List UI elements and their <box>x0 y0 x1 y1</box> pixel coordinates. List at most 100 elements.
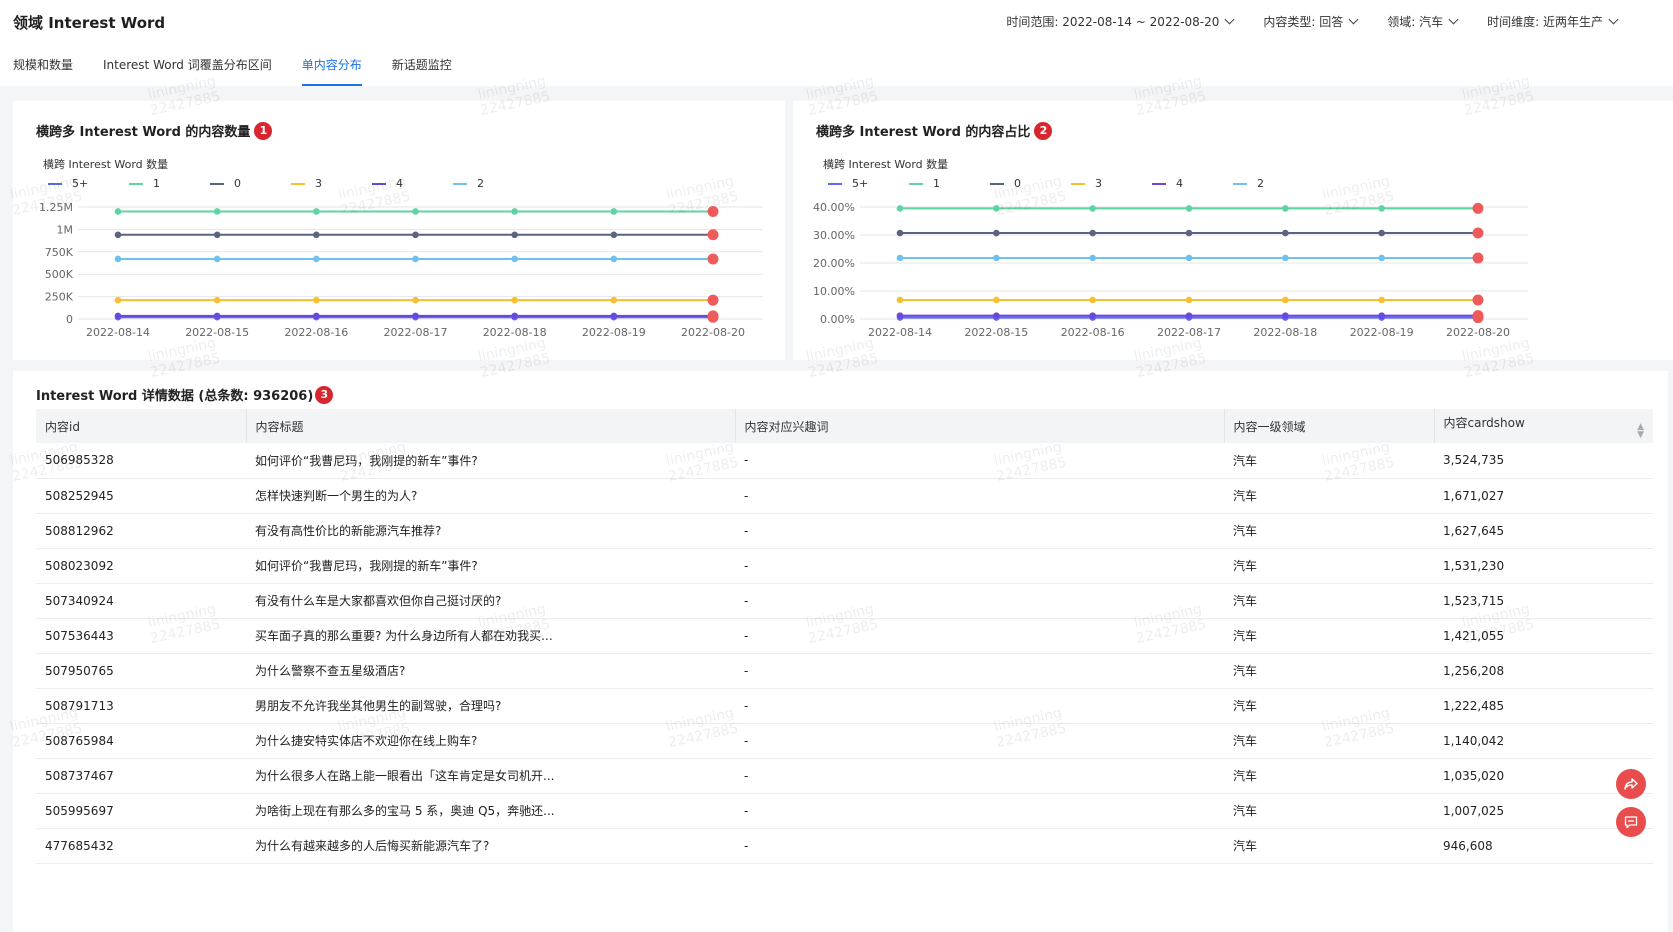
data-point[interactable] <box>313 208 320 215</box>
data-point[interactable] <box>114 255 122 263</box>
tab-coverage[interactable]: Interest Word 词覆盖分布区间 <box>103 56 272 86</box>
cell-content-title[interactable]: 怎样快速判断一个男生的为人? <box>246 478 735 514</box>
data-point[interactable] <box>1472 294 1484 306</box>
data-point[interactable] <box>313 296 320 304</box>
data-point[interactable] <box>1185 229 1193 237</box>
data-point[interactable] <box>412 255 419 263</box>
table-row[interactable]: 508812962 有没有高性价比的新能源汽车推荐? - 汽车 1,627,645 <box>36 513 1653 549</box>
data-point[interactable] <box>707 310 719 322</box>
table-row[interactable]: 508737467 为什么很多人在路上能一眼看出「这车肯定是女司机开... - 汽车 1… <box>36 758 1653 794</box>
data-point[interactable] <box>213 255 221 263</box>
column-header-domain[interactable]: 内容一级领域 <box>1224 409 1435 443</box>
table-row[interactable]: 508252945 怎样快速判断一个男生的为人? - 汽车 1,671,027 <box>36 478 1653 514</box>
data-point[interactable] <box>1472 310 1484 322</box>
data-point[interactable] <box>610 208 618 215</box>
data-point[interactable] <box>313 255 320 263</box>
data-point[interactable] <box>313 231 320 239</box>
data-point[interactable] <box>610 231 618 239</box>
data-point[interactable] <box>511 231 518 239</box>
table-row[interactable]: 505995697 为啥街上现在有那么多的宝马 5 系，奥迪 Q5，奔驰还... -… <box>36 793 1653 829</box>
data-point[interactable] <box>1089 312 1096 319</box>
cell-content-title[interactable]: 男朋友不允许我坐其他男生的副驾驶，合理吗? <box>246 688 735 724</box>
data-point[interactable] <box>1378 205 1385 212</box>
data-point[interactable] <box>1282 312 1289 319</box>
tab-new-topic[interactable]: 新话题监控 <box>392 56 452 86</box>
data-point[interactable] <box>1378 254 1385 262</box>
table-row[interactable]: 507340924 有没有什么车是大家都喜欢但你自己挺讨厌的? - 汽车 1,523,7… <box>36 583 1653 619</box>
data-point[interactable] <box>610 296 618 304</box>
column-header-content-title[interactable]: 内容标题 <box>246 409 736 443</box>
data-point[interactable] <box>1089 296 1096 304</box>
cell-content-title[interactable]: 有没有高性价比的新能源汽车推荐? <box>246 513 735 549</box>
data-point[interactable] <box>707 205 719 217</box>
cell-content-title[interactable]: 为什么捷安特实体店不欢迎你在线上购车? <box>246 723 735 759</box>
data-point[interactable] <box>1185 205 1193 212</box>
tab-single-content[interactable]: 单内容分布 <box>301 56 362 86</box>
cell-content-title[interactable]: 如何评价“我曹尼玛，我刚提的新车”事件? <box>246 443 735 479</box>
data-point[interactable] <box>896 229 904 237</box>
column-header-cardshow[interactable]: 内容cardshow ▲ ▼ <box>1434 409 1653 443</box>
data-point[interactable] <box>1185 254 1193 262</box>
cell-content-title[interactable]: 为什么有越来越多的人后悔买新能源汽车了? <box>246 828 735 864</box>
data-point[interactable] <box>1185 296 1193 304</box>
data-point[interactable] <box>213 208 221 215</box>
table-row[interactable]: 507536443 买车面子真的那么重要? 为什么身边所有人都在劝我买... - 汽车… <box>36 618 1653 654</box>
cell-content-title[interactable]: 为啥街上现在有那么多的宝马 5 系，奥迪 Q5，奔驰还... <box>246 793 735 829</box>
data-point[interactable] <box>1378 312 1385 319</box>
table-row[interactable]: 477685432 为什么有越来越多的人后悔买新能源汽车了? - 汽车 946,608 <box>36 828 1653 864</box>
data-point[interactable] <box>511 296 518 304</box>
tab-scale[interactable]: 规模和数量 <box>13 56 73 86</box>
data-point[interactable] <box>213 231 221 239</box>
data-point[interactable] <box>610 255 618 263</box>
data-point[interactable] <box>114 312 122 320</box>
data-point[interactable] <box>412 312 419 320</box>
data-point[interactable] <box>511 255 518 263</box>
data-point[interactable] <box>114 296 122 304</box>
data-point[interactable] <box>1185 312 1193 319</box>
data-point[interactable] <box>993 254 1000 262</box>
data-point[interactable] <box>1089 229 1096 237</box>
table-row[interactable]: 508791713 男朋友不允许我坐其他男生的副驾驶，合理吗? - 汽车 1,222,4… <box>36 688 1653 724</box>
data-point[interactable] <box>1282 296 1289 304</box>
data-point[interactable] <box>114 231 122 239</box>
data-point[interactable] <box>1282 229 1289 237</box>
data-point[interactable] <box>896 254 904 262</box>
data-point[interactable] <box>412 296 419 304</box>
cell-content-title[interactable]: 为什么警察不查五星级酒店? <box>246 653 735 689</box>
content-type-filter[interactable]: 内容类型: 回答 <box>1263 13 1359 30</box>
cell-content-title[interactable]: 买车面子真的那么重要? 为什么身边所有人都在劝我买... <box>246 618 735 654</box>
data-point[interactable] <box>1472 252 1484 264</box>
data-point[interactable] <box>896 205 904 212</box>
table-row[interactable]: 507950765 为什么警察不查五星级酒店? - 汽车 1,256,208 <box>36 653 1653 689</box>
data-point[interactable] <box>213 312 221 320</box>
data-point[interactable] <box>1089 205 1096 212</box>
data-point[interactable] <box>412 231 419 239</box>
data-point[interactable] <box>114 208 122 215</box>
data-point[interactable] <box>993 296 1000 304</box>
table-row[interactable]: 508765984 为什么捷安特实体店不欢迎你在线上购车? - 汽车 1,140,042 <box>36 723 1653 759</box>
data-point[interactable] <box>896 312 904 319</box>
data-point[interactable] <box>1282 254 1289 262</box>
data-point[interactable] <box>1472 202 1484 214</box>
data-point[interactable] <box>1378 296 1385 304</box>
domain-filter[interactable]: 领域: 汽车 <box>1387 13 1459 30</box>
data-point[interactable] <box>1378 229 1385 237</box>
data-point[interactable] <box>993 312 1000 319</box>
cell-content-title[interactable]: 如何评价“我曹尼玛，我刚提的新车”事件? <box>246 548 735 584</box>
data-point[interactable] <box>707 294 719 306</box>
sort-icon[interactable]: ▲ ▼ <box>1637 422 1644 439</box>
data-point[interactable] <box>1472 227 1484 239</box>
share-button[interactable] <box>1616 769 1646 799</box>
table-row[interactable]: 508023092 如何评价“我曹尼玛，我刚提的新车”事件? - 汽车 1,531,23… <box>36 548 1653 584</box>
data-point[interactable] <box>610 312 618 320</box>
data-point[interactable] <box>707 229 719 241</box>
data-point[interactable] <box>707 253 719 265</box>
column-header-interest-word[interactable]: 内容对应兴趣词 <box>735 409 1225 443</box>
data-point[interactable] <box>511 208 518 215</box>
cell-content-title[interactable]: 有没有什么车是大家都喜欢但你自己挺讨厌的? <box>246 583 735 619</box>
data-point[interactable] <box>1089 254 1096 262</box>
data-point[interactable] <box>412 208 419 215</box>
data-point[interactable] <box>213 296 221 304</box>
cell-content-title[interactable]: 为什么很多人在路上能一眼看出「这车肯定是女司机开... <box>246 758 735 794</box>
data-point[interactable] <box>313 312 320 320</box>
